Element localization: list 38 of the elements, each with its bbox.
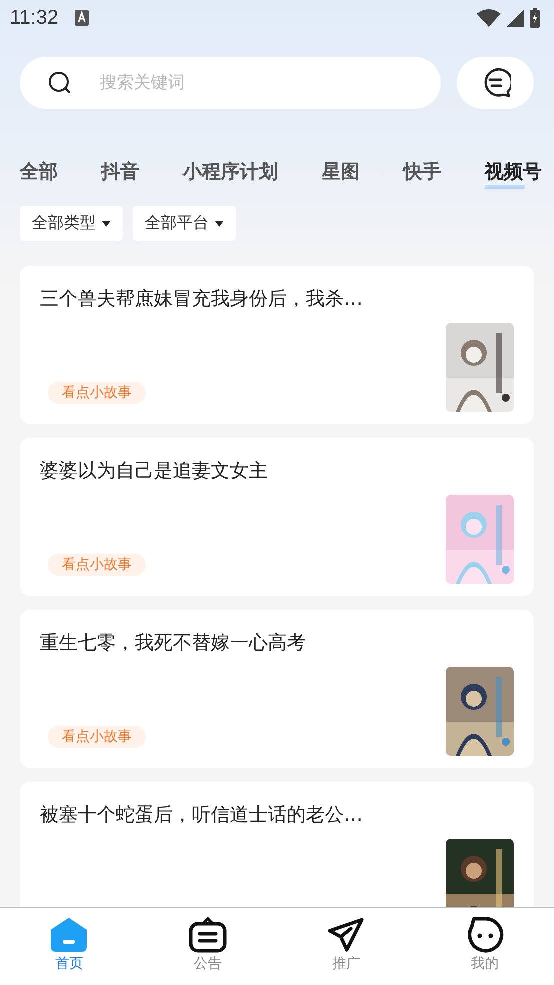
category-tab[interactable]: 快手 (403, 159, 442, 189)
category-tab[interactable]: 全部 (20, 159, 58, 189)
story-tag: 看点小故事 (48, 726, 146, 748)
search-bar[interactable]: 搜索关键词 (20, 57, 441, 109)
nav-tab[interactable]: 首页 (0, 908, 138, 985)
category-tab[interactable]: 视频号 (484, 159, 542, 189)
filter-dropdown[interactable]: 全部平台 (133, 206, 236, 241)
story-card[interactable]: 重生七零，我死不替嫁一心高考 看点小故事 (20, 610, 534, 768)
notice-board-icon (188, 917, 227, 953)
nav-tab[interactable]: 我的 (416, 908, 554, 985)
story-card[interactable]: 被塞十个蛇蛋后，听信道士话的老公… (20, 782, 534, 907)
face-icon (466, 917, 504, 953)
search-icon (48, 71, 72, 95)
category-tab[interactable]: 小程序计划 (183, 159, 278, 189)
keyboard-icon (74, 10, 89, 26)
story-card[interactable]: 婆婆以为自己是追妻文女主 看点小故事 (20, 438, 534, 596)
signal-icon (507, 10, 524, 26)
caret-icon (102, 220, 111, 226)
caret-icon (215, 220, 224, 226)
category-tab[interactable]: 抖音 (102, 159, 140, 189)
story-tag: 看点小故事 (48, 554, 146, 576)
story-title: 三个兽夫帮庶妹冒充我身份后，我杀… (40, 287, 364, 312)
battery-icon (530, 8, 540, 28)
story-title: 被塞十个蛇蛋后，听信道士话的老公… (40, 803, 364, 828)
status-time: 11:32 (10, 6, 59, 30)
wifi-icon (477, 9, 501, 27)
home-icon (50, 917, 88, 953)
nav-tab[interactable]: 推广 (277, 908, 416, 985)
nav-tab[interactable]: 公告 (138, 908, 277, 985)
filter-dropdown[interactable]: 全部类型 (20, 206, 123, 241)
story-title: 重生七零，我死不替嫁一心高考 (40, 631, 307, 656)
message-button[interactable] (457, 57, 534, 109)
story-title: 婆婆以为自己是追妻文女主 (40, 459, 269, 484)
paper-plane-icon (327, 917, 366, 953)
category-tab[interactable]: 星图 (322, 159, 360, 189)
story-card[interactable]: 三个兽夫帮庶妹冒充我身份后，我杀… 看点小故事 (20, 266, 534, 424)
search-field[interactable]: 搜索关键词 (98, 72, 425, 94)
story-tag: 看点小故事 (48, 382, 146, 404)
